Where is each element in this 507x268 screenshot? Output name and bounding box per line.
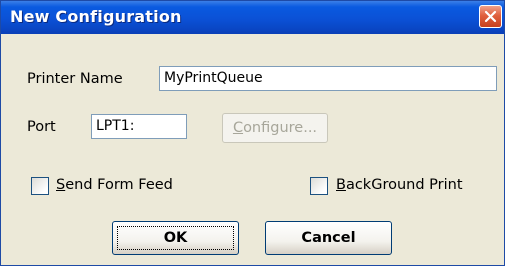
title-bar[interactable]: New Configuration xyxy=(1,1,504,34)
send-form-feed-checkbox[interactable] xyxy=(31,177,49,195)
background-print-text: ackGround Print xyxy=(345,177,463,193)
configure-mnemonic: C xyxy=(232,120,244,136)
background-print-checkbox[interactable] xyxy=(310,177,328,195)
configure-button[interactable]: Configure... xyxy=(222,113,328,143)
ok-label: OK xyxy=(163,230,188,246)
ok-button[interactable]: OK xyxy=(112,221,239,255)
close-button[interactable] xyxy=(479,5,502,28)
background-print-label[interactable]: BackGround Print xyxy=(336,177,463,193)
port-input[interactable]: LPT1: xyxy=(91,114,187,139)
background-print-mnemonic: B xyxy=(336,177,346,193)
new-configuration-dialog: New Configuration Printer Name MyPrintQu… xyxy=(0,0,505,266)
cancel-label: Cancel xyxy=(301,230,356,246)
send-form-feed-mnemonic: S xyxy=(56,177,66,193)
send-form-feed-label[interactable]: Send Form Feed xyxy=(56,177,173,193)
port-label: Port xyxy=(27,119,56,135)
send-form-feed-text: end Form Feed xyxy=(65,177,173,193)
printer-name-input[interactable]: MyPrintQueue xyxy=(159,66,497,91)
window-title: New Configuration xyxy=(10,7,182,26)
printer-name-label: Printer Name xyxy=(27,71,123,87)
cancel-button[interactable]: Cancel xyxy=(265,221,392,255)
close-icon xyxy=(484,10,497,23)
configure-label: onfigure... xyxy=(243,120,318,136)
